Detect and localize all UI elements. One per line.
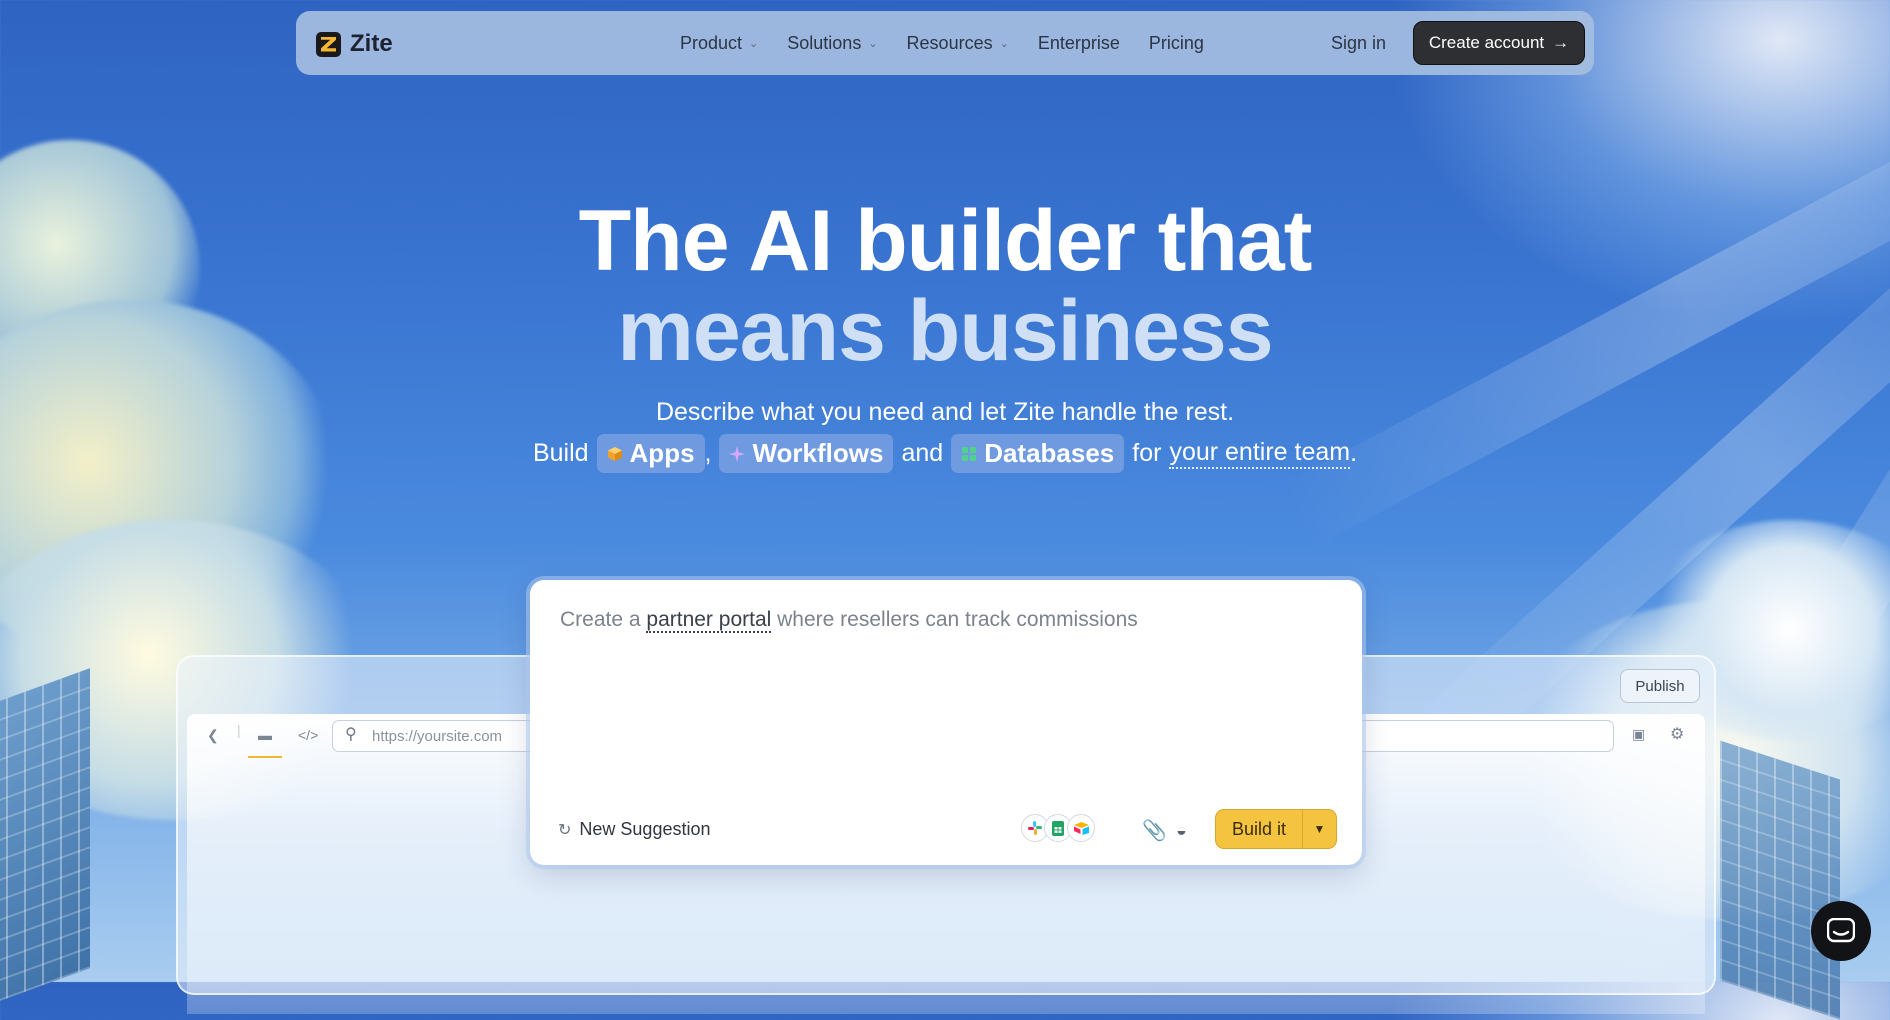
chat-icon [1827,918,1855,943]
paint-icon[interactable]: ◒ [1176,820,1187,841]
search-icon: ⚲ [345,726,357,743]
active-tab-indicator [248,756,282,758]
nav-product-label: Product [680,32,743,53]
grid-icon [962,446,977,461]
new-suggestion-label: New Suggestion [579,819,711,839]
period: . [1350,439,1358,467]
build-it-label[interactable]: Build it [1216,810,1302,848]
chevron-down-icon[interactable]: ▼ [1302,810,1336,848]
pill-databases-label: Databases [984,438,1115,468]
nav-resources-label: Resources [906,32,993,53]
nav-pricing-label: Pricing [1148,32,1204,53]
create-account-label: Create account [1428,33,1545,52]
and-word: and [901,439,944,467]
build-it-button[interactable]: Build it ▼ [1215,809,1337,849]
hero-subtitle: Describe what you need and let Zite hand… [655,398,1235,426]
prompt-highlight: partner portal [646,608,772,633]
pill-apps[interactable]: Apps [596,434,705,473]
sign-in-link[interactable]: Sign in [1331,33,1386,54]
prompt-text-before: Create a [560,608,641,631]
refresh-icon: ↻ [558,821,572,839]
url-placeholder: https://yoursite.com [372,728,503,745]
hero-title-line1: The AI builder that [578,193,1313,289]
chevron-down-icon: ⌄ [868,37,878,50]
publish-button[interactable]: Publish [1620,669,1700,703]
pill-databases[interactable]: Databases [951,434,1125,473]
divider: | [237,722,241,738]
comma: , [704,439,712,467]
window-icon[interactable]: ▬ [258,727,272,743]
nav-enterprise-label: Enterprise [1037,32,1120,53]
nav-links: Product ⌄ Solutions ⌄ Resources ⌄ Enterp… [680,11,1233,75]
nav-product[interactable]: Product ⌄ [680,33,758,54]
pill-workflows[interactable]: Workflows [719,434,894,473]
create-account-button[interactable]: Create account → [1413,21,1585,65]
build-prefix: Build [532,439,589,467]
integrations-button[interactable] [1021,814,1095,842]
zite-logo-icon [316,31,341,57]
building [0,668,90,1012]
prompt-card[interactable]: Create a partner portal where resellers … [530,580,1362,865]
for-word: for [1132,439,1162,467]
building [1720,740,1840,1020]
gear-icon[interactable]: ⚙ [1670,724,1684,744]
nav-solutions[interactable]: Solutions ⌄ [787,33,877,54]
brand-logo[interactable]: Zite [316,30,393,58]
chevron-down-icon: ⌄ [999,37,1009,50]
nav-enterprise[interactable]: Enterprise [1038,33,1120,54]
top-navbar: Zite Product ⌄ Solutions ⌄ Resources ⌄ E… [296,11,1594,75]
nav-pricing[interactable]: Pricing [1149,33,1204,54]
new-suggestion-button[interactable]: ↻ New Suggestion [558,819,711,840]
arrow-right-icon: → [1552,33,1570,52]
chat-launcher-button[interactable] [1811,901,1871,961]
nav-solutions-label: Solutions [787,32,862,53]
airtable-icon [1067,814,1095,842]
pill-apps-label: Apps [629,438,695,468]
brand-name: Zite [350,30,393,57]
code-icon[interactable]: </> [298,727,318,743]
team-link[interactable]: your entire team [1169,438,1351,469]
chevron-down-icon: ⌄ [749,37,759,50]
hero-build-line: Build Apps , Workflows and Databases for… [0,434,1890,473]
nav-resources[interactable]: Resources ⌄ [907,33,1009,54]
prompt-text-after: where resellers can track commissions [777,608,1138,631]
cube-icon [607,446,622,461]
sparkle-icon [729,445,746,462]
paperclip-icon[interactable]: 📎 [1142,818,1167,843]
hero-title-line2: means business [617,283,1273,379]
prompt-input[interactable]: Create a partner portal where resellers … [560,608,1138,633]
back-icon[interactable]: ❮ [207,727,219,744]
pill-workflows-label: Workflows [752,438,884,468]
terminal-icon[interactable]: ▣ [1632,726,1645,743]
